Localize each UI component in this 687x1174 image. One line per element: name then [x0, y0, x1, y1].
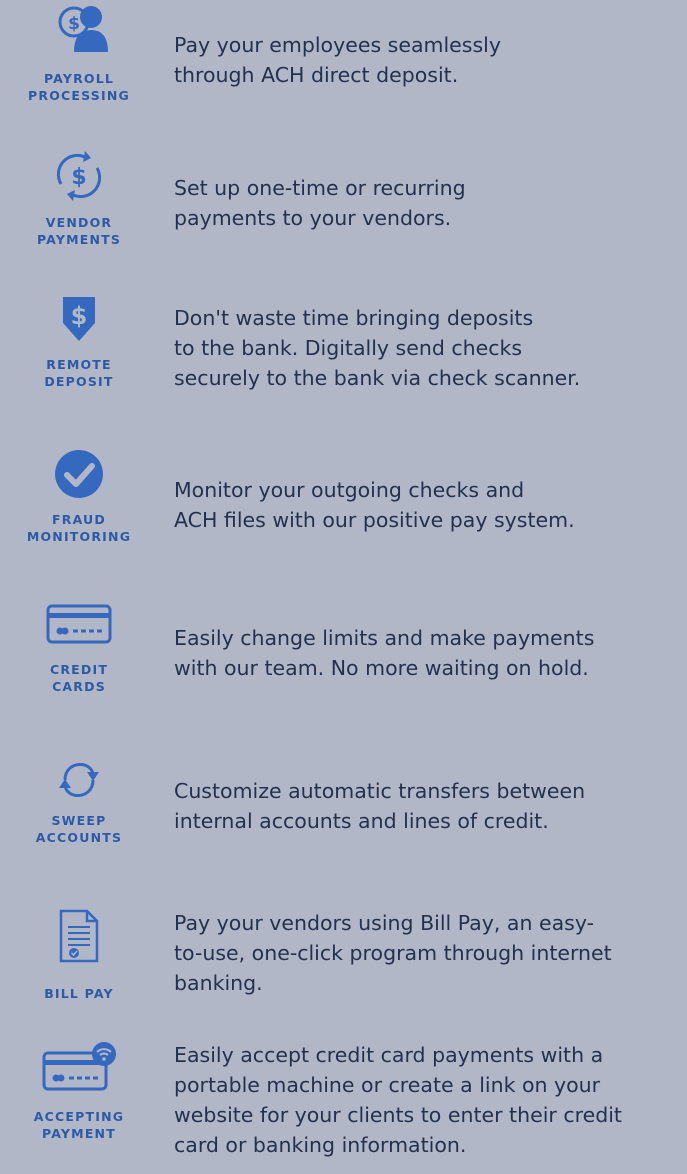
- service-vendor-payments: $ VENDOR PAYMENTS Set up one-time or rec…: [0, 144, 687, 274]
- service-label: FRAUD MONITORING: [26, 512, 132, 544]
- svg-text:$: $: [71, 165, 86, 190]
- service-sweep-accounts: SWEEP ACCOUNTS Customize automatic trans…: [0, 742, 687, 872]
- vendor-payments-icon: $: [30, 146, 128, 206]
- remote-deposit-icon: $: [30, 294, 128, 346]
- service-label: ACCEPTING PAYMENT: [33, 1109, 125, 1141]
- service-description: Monitor your outgoing checks and ACH fil…: [174, 478, 575, 532]
- service-description: Set up one-time or recurring payments to…: [174, 176, 466, 230]
- service-description: Easily change limits and make payments w…: [174, 626, 595, 680]
- fraud-monitoring-icon: [30, 447, 128, 501]
- service-description: Don't waste time bringing deposits to th…: [174, 306, 581, 390]
- sweep-accounts-icon: [30, 750, 128, 806]
- service-label: PAYROLL PROCESSING: [28, 71, 130, 103]
- svg-text:$: $: [68, 14, 80, 34]
- service-label: REMOTE DEPOSIT: [44, 357, 114, 389]
- service-icon-column: $ VENDOR PAYMENTS: [0, 144, 158, 274]
- bill-pay-icon: [30, 908, 128, 964]
- svg-text:$: $: [71, 302, 88, 330]
- service-label: CREDIT CARDS: [49, 662, 109, 694]
- service-description: Pay your employees seamlessly through AC…: [174, 33, 501, 87]
- service-icon-column: FRAUD MONITORING: [0, 441, 158, 571]
- service-icon-column: $ REMOTE DEPOSIT: [0, 286, 158, 416]
- service-icon-column: CREDIT CARDS: [0, 591, 158, 721]
- service-icon-column: $ PAYROLL PROCESSING: [0, 0, 158, 130]
- credit-card-icon: [30, 599, 128, 649]
- service-bill-pay: BILL PAY Pay your vendors using Bill Pay…: [0, 896, 687, 1026]
- service-label: BILL PAY: [44, 986, 114, 1001]
- service-icon-column: SWEEP ACCOUNTS: [0, 742, 158, 872]
- business-services-list: $ PAYROLL PROCESSING Pay your employees …: [0, 0, 687, 1174]
- service-description: Customize automatic transfers between in…: [174, 779, 586, 833]
- payroll-icon: $: [30, 4, 128, 54]
- service-label: VENDOR PAYMENTS: [36, 215, 122, 247]
- service-payroll-processing: $ PAYROLL PROCESSING Pay your employees …: [0, 0, 687, 130]
- service-icon-column: BILL PAY: [0, 896, 158, 1026]
- service-accepting-payment: ACCEPTING PAYMENT Easily accept credit c…: [0, 1033, 687, 1174]
- service-credit-cards: CREDIT CARDS Easily change limits and ma…: [0, 591, 687, 721]
- service-label: SWEEP ACCOUNTS: [35, 813, 123, 845]
- accepting-payment-icon: [30, 1041, 128, 1093]
- service-icon-column: ACCEPTING PAYMENT: [0, 1033, 158, 1163]
- service-fraud-monitoring: FRAUD MONITORING Monitor your outgoing c…: [0, 441, 687, 571]
- service-description: Pay your vendors using Bill Pay, an easy…: [174, 911, 612, 995]
- service-remote-deposit: $ REMOTE DEPOSIT Don't waste time bringi…: [0, 286, 687, 416]
- service-description: Easily accept credit card payments with …: [174, 1043, 622, 1157]
